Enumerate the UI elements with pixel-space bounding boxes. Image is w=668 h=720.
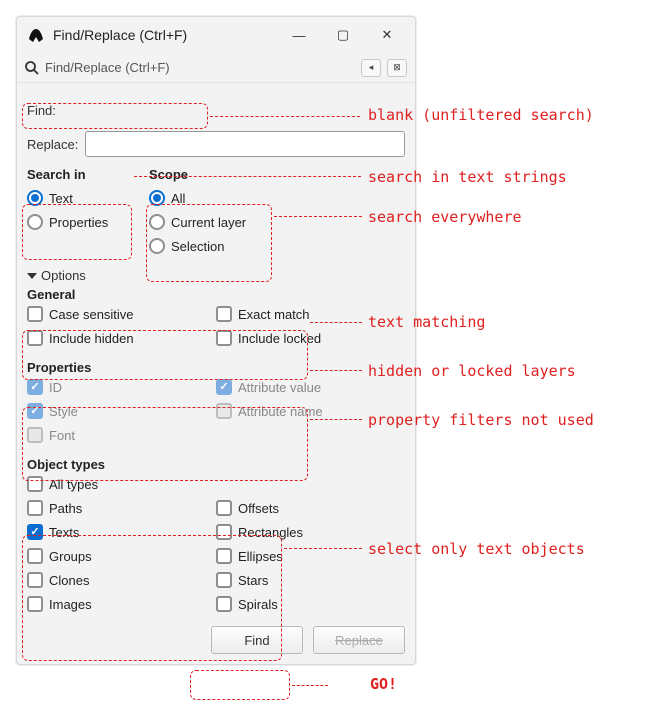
check-paths[interactable]: Paths [27,496,216,520]
titlebar: Find/Replace (Ctrl+F) — ▢ ✕ [17,17,415,53]
check-offsets[interactable]: Offsets [216,496,405,520]
replace-button[interactable]: Replace [313,626,405,654]
properties-header: Properties [27,360,91,375]
options-toggle[interactable]: Options [27,268,405,283]
find-replace-dialog: Find/Replace (Ctrl+F) — ▢ ✕ Find/Replace… [16,16,416,665]
object-types-header: Object types [27,457,105,472]
scope-header: Scope [149,167,299,182]
general-header: General [27,287,75,302]
ann-go: GO! [370,675,397,693]
find-button[interactable]: Find [211,626,303,654]
ann-blank: blank (unfiltered search) [368,106,594,124]
check-texts[interactable]: Texts [27,520,216,544]
check-id: ID [27,375,216,399]
search-icon [23,59,41,77]
check-all-types[interactable]: All types [27,472,405,496]
ann-search-text: search in text strings [368,168,567,186]
maximize-button[interactable]: ▢ [321,19,365,51]
ann-line-findbtn [292,685,328,686]
radio-current-layer[interactable]: Current layer [149,210,299,234]
find-label: Find: [27,103,85,118]
dock-header: Find/Replace (Ctrl+F) ◂ ⊠ [17,53,415,83]
replace-label: Replace: [27,137,85,152]
ann-hidden-locked: hidden or locked layers [368,362,576,380]
ann-text-objects: select only text objects [368,540,585,558]
window-title: Find/Replace (Ctrl+F) [53,27,277,43]
ann-text-matching: text matching [368,313,485,331]
check-include-hidden[interactable]: Include hidden [27,326,216,350]
close-button[interactable]: ✕ [365,19,409,51]
check-style: Style [27,399,216,423]
ann-prop-filters: property filters not used [368,411,594,429]
ann-box-findbtn [190,670,290,700]
check-images[interactable]: Images [27,592,216,616]
chevron-down-icon [27,273,37,279]
check-spirals[interactable]: Spirals [216,592,405,616]
dock-close-button[interactable]: ⊠ [387,59,407,77]
check-font: Font [27,423,216,447]
radio-all[interactable]: All [149,186,299,210]
app-icon [25,24,47,46]
dock-title: Find/Replace (Ctrl+F) [45,60,355,75]
replace-input[interactable] [85,131,405,157]
ann-search-everywhere: search everywhere [368,208,522,226]
find-input[interactable] [85,97,405,123]
check-clones[interactable]: Clones [27,568,216,592]
radio-text[interactable]: Text [27,186,149,210]
search-in-header: Search in [27,167,149,182]
minimize-button[interactable]: — [277,19,321,51]
check-groups[interactable]: Groups [27,544,216,568]
radio-selection[interactable]: Selection [149,234,299,258]
dock-back-button[interactable]: ◂ [361,59,381,77]
check-stars[interactable]: Stars [216,568,405,592]
check-case-sensitive[interactable]: Case sensitive [27,302,216,326]
radio-properties[interactable]: Properties [27,210,149,234]
